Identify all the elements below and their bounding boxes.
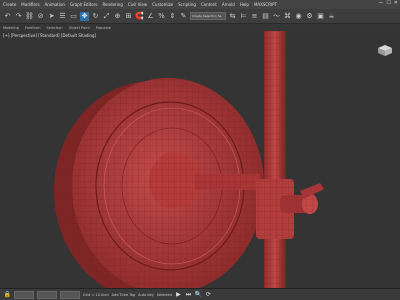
tab-modeling[interactable]: Modeling xyxy=(3,26,19,30)
placement-icon[interactable]: ⊕ xyxy=(113,12,122,21)
viewport-scene xyxy=(54,31,324,288)
curve-editor-icon[interactable]: 〜 xyxy=(272,12,281,21)
autokey-button[interactable]: Auto Key xyxy=(138,293,154,297)
main-toolbar: ↶ ↷ ⛓ ⊘ ➤ ☰ ▭ ✥ ↻ ⤢ ⊕ ⊞ 🧲 ∠ % ⇕ ✎ Create… xyxy=(0,9,400,24)
menu-civil-view[interactable]: Civil View xyxy=(128,2,147,7)
ribbon-tabs: Modeling Freeform Selection Object Paint… xyxy=(0,24,400,31)
x-coord-field[interactable] xyxy=(14,290,34,299)
mirror-icon[interactable]: ⇆ xyxy=(228,12,237,21)
orbit-icon[interactable]: ⟳ xyxy=(205,291,212,298)
y-coord-field[interactable] xyxy=(37,290,57,299)
select-icon[interactable]: ➤ xyxy=(47,12,56,21)
menu-help[interactable]: Help xyxy=(240,2,249,7)
percent-snap-icon[interactable]: % xyxy=(157,12,166,21)
undo-icon[interactable]: ↶ xyxy=(3,12,12,21)
rotate-icon[interactable]: ↻ xyxy=(91,12,100,21)
pivot-icon[interactable]: ⊞ xyxy=(124,12,133,21)
menu-customize[interactable]: Customize xyxy=(152,2,173,7)
tab-populate[interactable]: Populate xyxy=(96,26,111,30)
move-icon[interactable]: ✥ xyxy=(80,11,89,21)
menu-arnold[interactable]: Arnold xyxy=(222,2,235,7)
tab-object-paint[interactable]: Object Paint xyxy=(69,26,90,30)
play-icon[interactable]: ▶ xyxy=(175,291,182,298)
status-bar: 🔒 Grid = 10.0cm Add Time Tag Auto Key Se… xyxy=(0,288,400,300)
window-controls: — ☐ ✕ xyxy=(378,0,398,6)
redo-icon[interactable]: ↷ xyxy=(14,12,23,21)
unlink-icon[interactable]: ⊘ xyxy=(36,12,45,21)
grid-readout: Grid = 10.0cm xyxy=(83,292,109,297)
menu-rendering[interactable]: Rendering xyxy=(102,2,122,7)
selected-dropdown[interactable]: Selected xyxy=(157,293,172,297)
rect-select-icon[interactable]: ▭ xyxy=(69,12,78,21)
menu-maxscript[interactable]: MAXSCRIPT xyxy=(254,2,277,7)
close-icon[interactable]: ✕ xyxy=(394,0,398,6)
lock-icon[interactable]: 🔒 xyxy=(4,291,11,298)
viewport-label[interactable]: [+] [Perspective] [Standard] [Default Sh… xyxy=(3,33,96,38)
z-coord-field[interactable] xyxy=(60,290,80,299)
menu-modifiers[interactable]: Modifiers xyxy=(21,2,39,7)
menu-content[interactable]: Content xyxy=(201,2,217,7)
menu-animation[interactable]: Animation xyxy=(45,2,65,7)
rendered-frame-icon[interactable]: ▣ xyxy=(316,12,325,21)
viewcube-icon[interactable] xyxy=(376,43,394,57)
spinner-snap-icon[interactable]: ⇕ xyxy=(168,12,177,21)
perspective-viewport[interactable]: [+] [Perspective] [Standard] [Default Sh… xyxy=(0,31,400,288)
edit-named-sel-icon[interactable]: ✎ xyxy=(179,12,188,21)
menu-bar: Create Modifiers Animation Graph Editors… xyxy=(0,0,400,9)
selection-set-field[interactable]: Create Selection Se xyxy=(190,12,226,20)
add-time-tag[interactable]: Add Time Tag xyxy=(112,293,136,297)
align-icon[interactable]: ⊨ xyxy=(239,12,248,21)
angle-snap-icon[interactable]: ∠ xyxy=(146,12,155,21)
material-editor-icon[interactable]: ◉ xyxy=(294,12,303,21)
link-icon[interactable]: ⛓ xyxy=(25,12,34,21)
ribbon-toggle-icon[interactable]: ▤ xyxy=(261,12,270,21)
tab-freeform[interactable]: Freeform xyxy=(25,26,41,30)
layers-icon[interactable]: ≡ xyxy=(250,12,259,21)
menu-scripting[interactable]: Scripting xyxy=(178,2,196,7)
menu-graph-editors[interactable]: Graph Editors xyxy=(70,2,97,7)
tab-selection[interactable]: Selection xyxy=(47,26,63,30)
pole-mesh[interactable] xyxy=(264,31,286,288)
render-setup-icon[interactable]: ⚙ xyxy=(305,12,314,21)
render-icon[interactable]: ☕ xyxy=(327,12,336,21)
select-by-name-icon[interactable]: ☰ xyxy=(58,12,67,21)
scale-icon[interactable]: ⤢ xyxy=(102,12,111,21)
zoom-icon[interactable]: 🔍 xyxy=(195,291,202,298)
maximize-icon[interactable]: ☐ xyxy=(386,0,390,6)
snap-icon[interactable]: 🧲 xyxy=(135,12,144,21)
minimize-icon[interactable]: — xyxy=(378,0,383,6)
menu-create[interactable]: Create xyxy=(3,2,16,7)
schematic-icon[interactable]: ⌘ xyxy=(283,12,292,21)
next-frame-icon[interactable]: ⏭ xyxy=(185,291,192,298)
